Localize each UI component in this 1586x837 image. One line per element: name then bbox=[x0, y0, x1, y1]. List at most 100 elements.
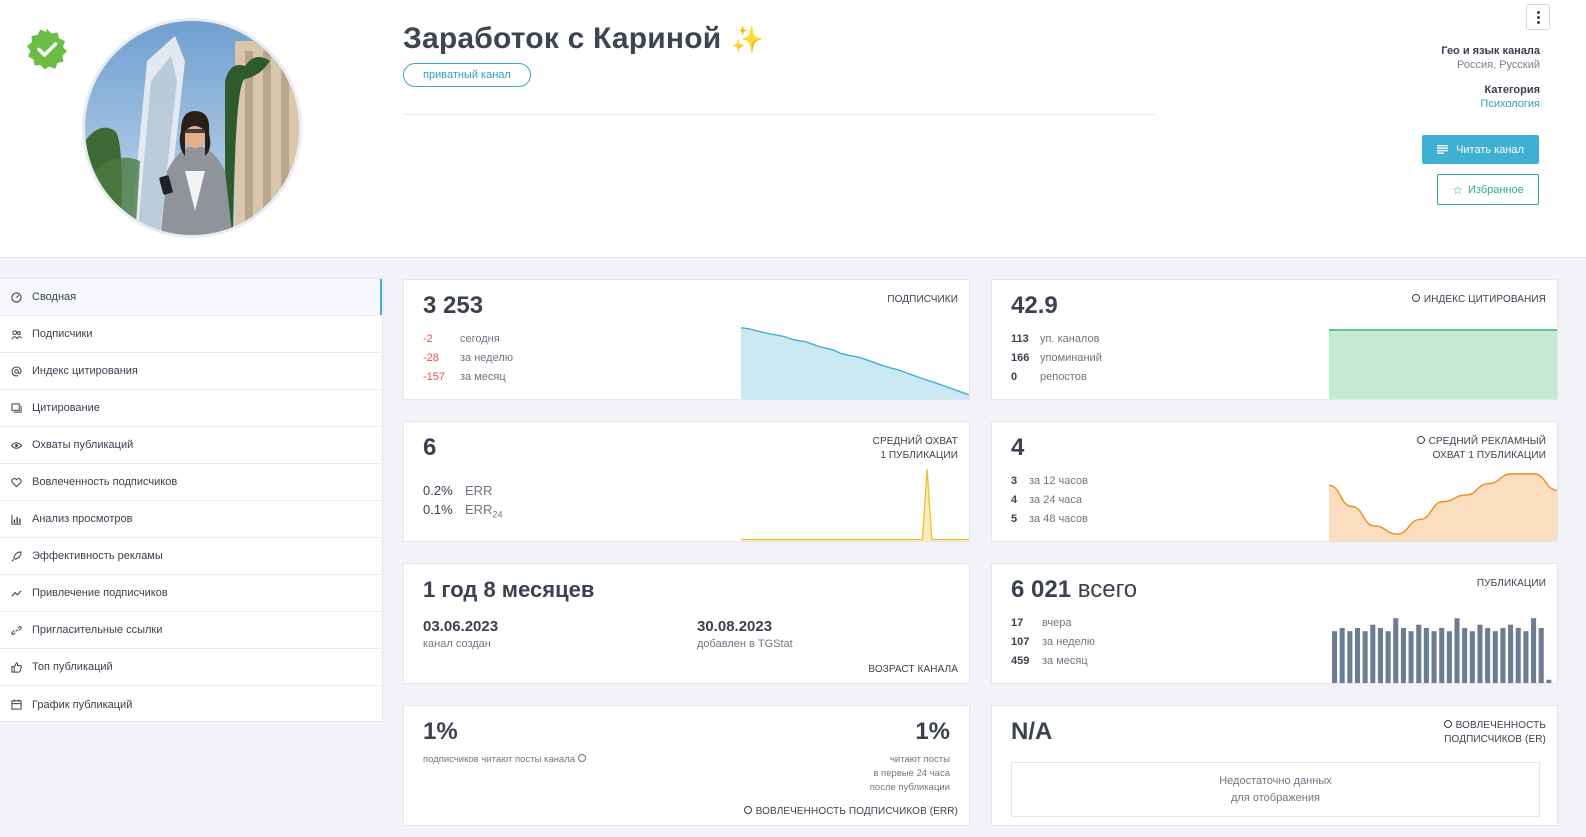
sidebar-item-label: Вовлеченность подписчиков bbox=[32, 476, 178, 488]
citation-area bbox=[1329, 329, 1557, 399]
publications-bar bbox=[1431, 631, 1437, 683]
caption-line: ОХВАТ 1 ПУБЛИКАЦИИ bbox=[1432, 450, 1546, 461]
reach-area bbox=[741, 469, 969, 541]
err-right-label: читают посты в первые 24 часа после публ… bbox=[870, 753, 950, 795]
stat-label: за 12 часов bbox=[1029, 475, 1088, 487]
sidebar-item-ad-efficiency[interactable]: Эффективность рекламы bbox=[0, 538, 382, 575]
publications-bar bbox=[1523, 631, 1529, 683]
trend-icon bbox=[11, 589, 22, 597]
more-options-button[interactable] bbox=[1526, 4, 1550, 30]
sidebar-item-post-schedule[interactable]: График публикаций bbox=[0, 686, 382, 723]
geo-label: Гео и язык канала bbox=[1441, 45, 1540, 57]
sidebar-item-citation-index[interactable]: Индекс цитирования bbox=[0, 353, 382, 390]
added-block: 30.08.2023 добавлен в TGStat bbox=[697, 618, 793, 650]
bar-chart-icon bbox=[11, 514, 22, 525]
sidebar-item-citations[interactable]: Цитирование bbox=[0, 390, 382, 427]
ad-reach-area bbox=[1329, 473, 1557, 541]
average-reach-caption: СРЕДНИЙ ОХВАТ 1 ПУБЛИКАЦИИ bbox=[873, 435, 958, 463]
channel-title: Заработок с Кариной ✨ bbox=[403, 22, 764, 56]
sparkles-icon: ✨ bbox=[731, 23, 764, 54]
subscribers-sparkline bbox=[741, 327, 969, 399]
heart-icon bbox=[11, 477, 22, 487]
ad-reach-card[interactable]: 4 СРЕДНИЙ РЕКЛАМНЫЙ ОХВАТ 1 ПУБЛИКАЦИИ 3з… bbox=[991, 421, 1558, 542]
favorite-label: Избранное bbox=[1468, 183, 1524, 196]
sidebar-item-label: Охваты публикаций bbox=[32, 439, 134, 451]
stat-value: 5 bbox=[1011, 513, 1018, 525]
er-card: N/A ВОВЛЕЧЕННОСТЬ ПОДПИСЧИКОВ (ER) Недост… bbox=[991, 705, 1558, 826]
added-label: добавлен в TGStat bbox=[697, 638, 793, 650]
quote-icon bbox=[11, 402, 22, 413]
created-date: 03.06.2023 bbox=[423, 618, 499, 635]
publications-total-value: 6 021 bbox=[1011, 576, 1072, 603]
list-icon bbox=[1437, 145, 1449, 154]
publications-bar bbox=[1416, 624, 1422, 683]
stat-label: за месяц bbox=[1042, 655, 1088, 667]
geo-value: Россия, Русский bbox=[1457, 59, 1540, 71]
info-icon[interactable] bbox=[577, 754, 586, 762]
stat-value: 459 bbox=[1011, 655, 1030, 667]
sidebar-item-invite-links[interactable]: Пригласительные ссылки bbox=[0, 612, 382, 649]
stat-label: вчера bbox=[1042, 617, 1072, 629]
sidebar-item-label: Эффективность рекламы bbox=[32, 550, 163, 562]
read-channel-button[interactable]: Читать канал bbox=[1422, 135, 1539, 164]
sidebar-item-label: Топ публикаций bbox=[32, 661, 113, 673]
err-caption-text: ВОВЛЕЧЕННОСТЬ ПОДПИСЧИКОВ (ERR) bbox=[755, 806, 958, 817]
citation-index-value: 42.9 bbox=[1011, 292, 1058, 319]
publications-bar bbox=[1332, 631, 1338, 683]
err-value: 0.2% bbox=[423, 483, 453, 498]
average-reach-card[interactable]: 6 СРЕДНИЙ ОХВАТ 1 ПУБЛИКАЦИИ 0.2% ERR 0.1%… bbox=[403, 421, 970, 542]
ad-reach-value: 4 bbox=[1011, 434, 1025, 461]
publications-stats: 17 вчера 107 за неделю 459 за месяц bbox=[1011, 614, 1095, 671]
sidebar-item-engagement[interactable]: Вовлеченность подписчиков bbox=[0, 464, 382, 501]
sidebar-item-subscribers[interactable]: Подписчики bbox=[0, 316, 382, 353]
sidebar-item-post-reach[interactable]: Охваты публикаций bbox=[0, 427, 382, 464]
reach-sparkline bbox=[741, 468, 969, 541]
no-data-line: Недостаточно данных bbox=[1219, 774, 1332, 787]
stat-value: 4 bbox=[1011, 494, 1018, 506]
err-stats: 0.2% ERR 0.1% ERR24 bbox=[423, 481, 502, 525]
thumbs-up-icon bbox=[11, 661, 22, 673]
stat-label: за неделю bbox=[1042, 636, 1096, 648]
sidebar-item-label: Индекс цитирования bbox=[32, 365, 138, 377]
ad-reach-sparkline bbox=[1329, 473, 1557, 541]
info-icon bbox=[1443, 720, 1452, 728]
publications-bar bbox=[1485, 627, 1491, 683]
sidebar-nav: Сводная Подписчики Индекс цитирования Ци… bbox=[0, 278, 383, 722]
err24-label: ERR24 bbox=[465, 500, 502, 525]
favorite-button[interactable]: ☆ Избранное bbox=[1437, 174, 1539, 205]
publications-bar bbox=[1446, 631, 1452, 683]
publications-bar bbox=[1477, 624, 1483, 683]
caption-line: ВОВЛЕЧЕННОСТЬ bbox=[1443, 719, 1546, 733]
publications-bar bbox=[1347, 631, 1353, 683]
created-label: канал создан bbox=[423, 638, 491, 650]
stat-value: 113 bbox=[1011, 333, 1029, 345]
calendar-icon bbox=[11, 699, 22, 710]
er-caption: ВОВЛЕЧЕННОСТЬ ПОДПИСЧИКОВ (ER) bbox=[1443, 719, 1546, 747]
reach-line bbox=[741, 468, 969, 541]
publications-card[interactable]: 6 021 всего ПУБЛИКАЦИИ 17 вчера 107 за нед… bbox=[991, 563, 1558, 684]
category-link[interactable]: Психология bbox=[1480, 98, 1540, 110]
read-channel-label: Читать канал bbox=[1456, 143, 1524, 156]
info-icon bbox=[1416, 436, 1425, 444]
publications-bar bbox=[1515, 627, 1521, 683]
citation-index-card[interactable]: 42.9 ИНДЕКС ЦИТИРОВАНИЯ 113 уп. каналов 1… bbox=[991, 279, 1558, 400]
publications-bar bbox=[1408, 631, 1414, 683]
sidebar-item-label: Сводная bbox=[32, 291, 77, 303]
sidebar-item-acquisition[interactable]: Привлечение подписчиков bbox=[0, 575, 382, 612]
err-left-value: 1% bbox=[423, 718, 458, 745]
err24-subscript: 24 bbox=[492, 509, 503, 520]
sidebar-item-views-analysis[interactable]: Анализ просмотров bbox=[0, 501, 382, 538]
info-icon bbox=[743, 806, 752, 814]
caption-line-text: ВОВЛЕЧЕННОСТЬ bbox=[1455, 720, 1546, 731]
publications-bar bbox=[1362, 631, 1368, 683]
sidebar-item-summary[interactable]: Сводная bbox=[0, 279, 382, 316]
subscribers-card[interactable]: 3 253 ПОДПИСЧИКИ -2 сегодня -28 за неделю … bbox=[403, 279, 970, 400]
publications-bar bbox=[1423, 627, 1429, 683]
err-right-line: читают посты bbox=[889, 754, 950, 765]
publications-bar bbox=[1377, 627, 1383, 683]
category-label: Категория bbox=[1484, 84, 1540, 96]
channel-avatar bbox=[82, 18, 302, 238]
publications-caption: ПУБЛИКАЦИИ bbox=[1476, 578, 1546, 589]
sidebar-item-top-posts[interactable]: Топ публикаций bbox=[0, 649, 382, 686]
channel-age-value: 1 год 8 месяцев bbox=[423, 577, 595, 602]
